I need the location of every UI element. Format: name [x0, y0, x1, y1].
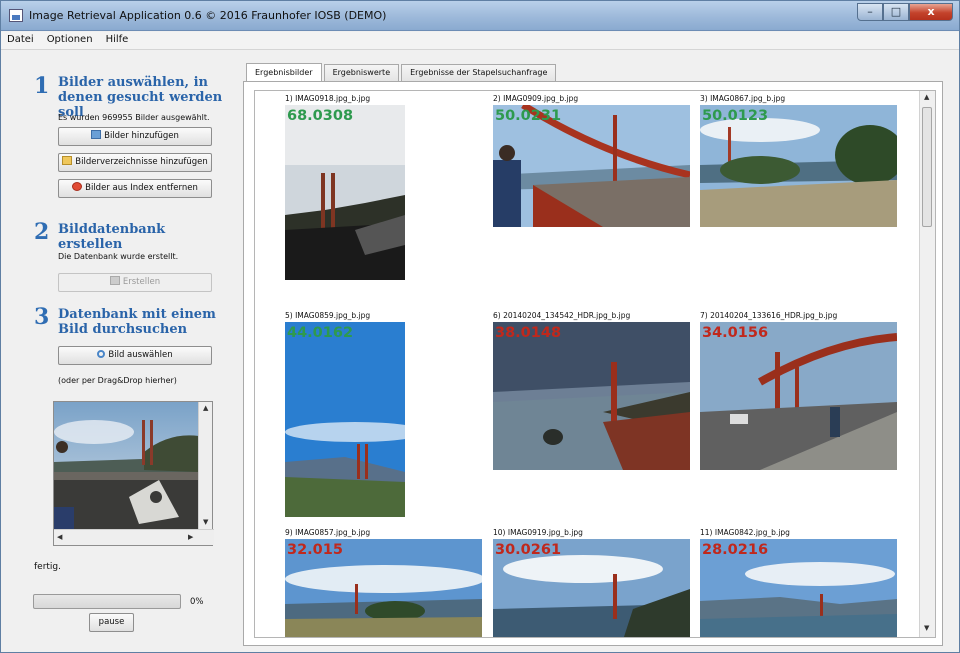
- result-filename: 9) IMAG0857.jpg_b.jpg: [285, 528, 371, 537]
- scroll-up-icon[interactable]: ▲: [924, 93, 929, 101]
- scroll-up-icon[interactable]: ▲: [203, 404, 208, 412]
- result-filename: 5) IMAG0859.jpg_b.jpg: [285, 311, 371, 320]
- result-card[interactable]: 2) IMAG0909.jpg_b.jpg 50.0231: [493, 94, 693, 234]
- result-card[interactable]: 1) IMAG0918.jpg_b.jpg 68.0308: [285, 94, 480, 284]
- result-card[interactable]: 6) 20140204_134542_HDR.jpg_b.jpg 38.0148: [493, 311, 693, 471]
- step-2-number: 2: [34, 219, 50, 245]
- scroll-down-icon[interactable]: ▼: [924, 624, 929, 632]
- step-2-info: Die Datenbank wurde erstellt.: [58, 252, 179, 261]
- menu-bar: Datei Optionen Hilfe: [1, 32, 959, 50]
- step-2-title: Bilddatenbank erstellen: [58, 222, 166, 252]
- result-filename: 2) IMAG0909.jpg_b.jpg: [493, 94, 579, 103]
- similarity-score: 68.0308: [287, 108, 354, 124]
- similarity-score: 44.0162: [287, 325, 354, 341]
- menu-datei[interactable]: Datei: [1, 32, 41, 49]
- menu-hilfe[interactable]: Hilfe: [100, 32, 136, 49]
- query-image-preview[interactable]: ▲ ▼ ◀ ▶: [53, 401, 214, 546]
- menu-optionen[interactable]: Optionen: [41, 32, 100, 49]
- step-1-info: Es wurden 969955 Bilder ausgewählt.: [58, 113, 210, 122]
- search-icon: [97, 350, 106, 358]
- close-button[interactable]: x: [909, 3, 953, 21]
- status-text: fertig.: [34, 562, 62, 572]
- similarity-score: 38.0148: [495, 325, 562, 341]
- result-tabs: Ergebnisbilder Ergebniswerte Ergebnisse …: [246, 63, 558, 82]
- result-filename: 3) IMAG0867.jpg_b.jpg: [700, 94, 786, 103]
- scroll-right-icon[interactable]: ▶: [188, 533, 193, 541]
- folder-icon: [62, 156, 73, 165]
- remove-images-button[interactable]: Bilder aus Index entfernen: [58, 179, 212, 198]
- maximize-button[interactable]: □: [883, 3, 909, 21]
- window-title: Image Retrieval Application 0.6 © 2016 F…: [29, 9, 387, 22]
- results-scrollbar[interactable]: ▲ ▼: [919, 91, 935, 637]
- drag-drop-hint: (oder per Drag&Drop hierher): [58, 376, 177, 385]
- preview-horizontal-scrollbar[interactable]: ◀ ▶: [54, 529, 214, 545]
- result-filename: 1) IMAG0918.jpg_b.jpg: [285, 94, 371, 103]
- results-grid[interactable]: ▲ ▼ 1) IMAG0918.jpg_b.jpg 68.0308 2) IMA…: [254, 90, 936, 638]
- tab-result-values[interactable]: Ergebniswerte: [323, 64, 400, 82]
- similarity-score: 50.0231: [495, 108, 562, 124]
- result-card[interactable]: 7) 20140204_133616_HDR.jpg_b.jpg 34.0156: [700, 311, 900, 471]
- images-icon: [91, 130, 102, 139]
- title-bar[interactable]: Image Retrieval Application 0.6 © 2016 F…: [1, 1, 959, 31]
- tab-result-images[interactable]: Ergebnisbilder: [246, 63, 322, 82]
- scroll-thumb[interactable]: [922, 107, 932, 227]
- app-window: Image Retrieval Application 0.6 © 2016 F…: [0, 0, 960, 653]
- result-filename: 6) 20140204_134542_HDR.jpg_b.jpg: [493, 311, 631, 320]
- result-filename: 7) 20140204_133616_HDR.jpg_b.jpg: [700, 311, 838, 320]
- scroll-left-icon[interactable]: ◀: [57, 533, 62, 541]
- result-card[interactable]: 3) IMAG0867.jpg_b.jpg 50.0123: [700, 94, 900, 234]
- build-icon: [109, 276, 120, 285]
- scroll-down-icon[interactable]: ▼: [203, 518, 208, 526]
- app-icon: [9, 9, 23, 22]
- result-card[interactable]: 9) IMAG0857.jpg_b.jpg 32.015: [285, 528, 485, 637]
- result-card[interactable]: 10) IMAG0919.jpg_b.jpg 30.0261: [493, 528, 693, 637]
- pause-button[interactable]: pause: [89, 613, 134, 632]
- progress-bar: [33, 594, 181, 609]
- result-image: [700, 322, 897, 470]
- tab-content: ▲ ▼ 1) IMAG0918.jpg_b.jpg 68.0308 2) IMA…: [243, 81, 943, 646]
- query-image: [54, 402, 199, 529]
- similarity-score: 50.0123: [702, 108, 769, 124]
- result-image: [285, 322, 405, 517]
- similarity-score: 32.015: [287, 542, 343, 558]
- result-filename: 11) IMAG0842.jpg_b.jpg: [700, 528, 790, 537]
- preview-vertical-scrollbar[interactable]: ▲ ▼: [198, 402, 212, 529]
- result-filename: 10) IMAG0919.jpg_b.jpg: [493, 528, 583, 537]
- step-3-title: Datenbank mit einem Bild durchsuchen: [58, 307, 216, 337]
- result-card[interactable]: 11) IMAG0842.jpg_b.jpg 28.0216: [700, 528, 900, 637]
- result-image: [285, 105, 405, 280]
- result-card[interactable]: 5) IMAG0859.jpg_b.jpg 44.0162: [285, 311, 480, 517]
- step-1-number: 1: [34, 73, 50, 99]
- similarity-score: 28.0216: [702, 542, 769, 558]
- step-3-number: 3: [34, 304, 50, 330]
- remove-icon: [72, 182, 83, 191]
- select-image-button[interactable]: Bild auswählen: [58, 346, 212, 365]
- create-button[interactable]: Erstellen: [58, 273, 212, 292]
- minimize-button[interactable]: –: [857, 3, 883, 21]
- tab-batch-results[interactable]: Ergebnisse der Stapelsuchanfrage: [401, 64, 557, 82]
- similarity-score: 34.0156: [702, 325, 769, 341]
- add-folders-button[interactable]: Bilderverzeichnisse hinzufügen: [58, 153, 212, 172]
- result-image: [493, 322, 690, 470]
- similarity-score: 30.0261: [495, 542, 562, 558]
- add-images-button[interactable]: Bilder hinzufügen: [58, 127, 212, 146]
- progress-percent: 0%: [190, 597, 204, 607]
- left-panel: 1 Bilder auswählen, in denen gesucht wer…: [1, 51, 236, 651]
